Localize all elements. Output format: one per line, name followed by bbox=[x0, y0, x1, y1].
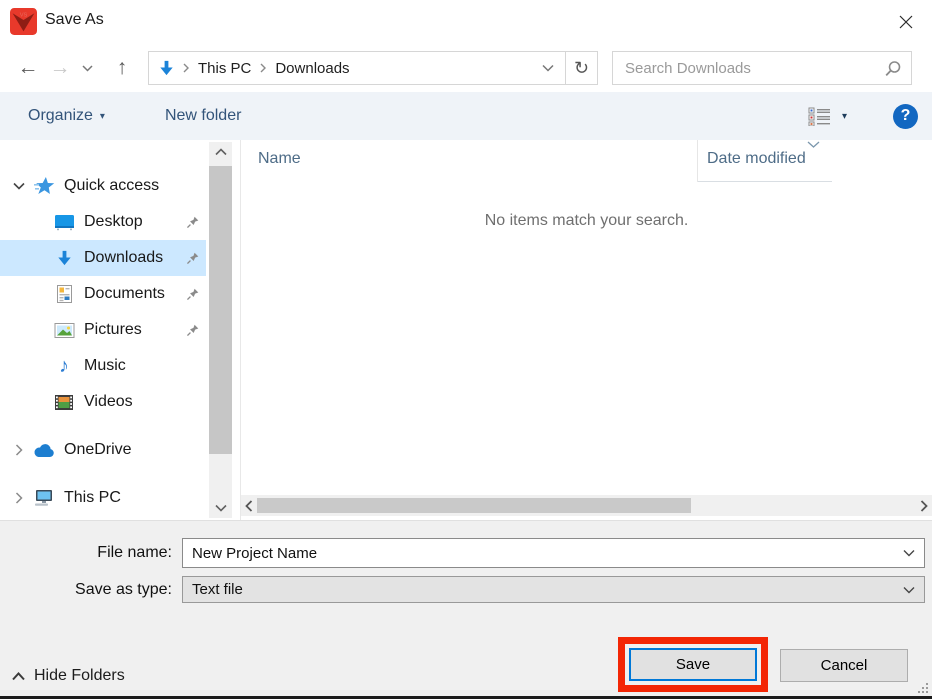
onedrive-cloud-icon bbox=[32, 443, 56, 458]
chevron-down-icon bbox=[215, 504, 227, 512]
chevron-up-icon bbox=[12, 672, 25, 681]
documents-icon bbox=[52, 284, 76, 304]
dialog-footer: File name: Save as type: Text file Save … bbox=[0, 520, 932, 699]
scroll-up-button[interactable] bbox=[209, 142, 232, 162]
chevron-up-icon bbox=[215, 148, 227, 156]
save-as-dialog: VS Save As ← → ↑ This PC Downloa bbox=[0, 0, 932, 699]
address-dropdown-button[interactable] bbox=[531, 52, 565, 84]
details-view-icon bbox=[808, 106, 832, 126]
sort-indicator-icon bbox=[807, 141, 820, 148]
chevron-down-icon bbox=[542, 64, 554, 72]
close-icon bbox=[898, 14, 914, 30]
pictures-icon bbox=[52, 322, 76, 339]
chevron-down-icon[interactable] bbox=[903, 549, 915, 557]
sidebar-scrollbar bbox=[209, 142, 232, 518]
sidebar-item-videos[interactable]: Videos bbox=[0, 384, 206, 420]
column-header-date-modified[interactable]: Date modified bbox=[697, 140, 842, 182]
scroll-right-button[interactable] bbox=[916, 500, 932, 512]
breadcrumb-chevron-icon bbox=[183, 63, 189, 73]
navigation-bar: ← → ↑ This PC Downloads ↻ bbox=[0, 46, 932, 90]
question-mark-icon: ? bbox=[901, 107, 911, 125]
collapse-chevron-icon[interactable] bbox=[6, 182, 32, 190]
scrollbar-thumb[interactable] bbox=[257, 498, 691, 513]
empty-list-message: No items match your search. bbox=[241, 212, 932, 230]
expand-chevron-icon[interactable] bbox=[6, 492, 32, 504]
pin-icon bbox=[182, 287, 202, 302]
pin-icon bbox=[182, 251, 202, 266]
breadcrumb-chevron-icon bbox=[260, 63, 266, 73]
new-folder-button[interactable]: New folder bbox=[155, 92, 251, 140]
window-title: Save As bbox=[45, 11, 104, 29]
sidebar-item-documents[interactable]: Documents bbox=[0, 276, 206, 312]
scroll-left-button[interactable] bbox=[241, 500, 257, 512]
sidebar-item-music[interactable]: ♪ Music bbox=[0, 348, 206, 384]
forward-button[interactable]: → bbox=[44, 51, 76, 85]
save-as-type-select[interactable]: Text file bbox=[182, 576, 925, 603]
sidebar-item-this-pc[interactable]: This PC bbox=[0, 480, 206, 516]
organize-button[interactable]: Organize ▾ bbox=[18, 92, 115, 140]
save-button[interactable]: Save bbox=[629, 648, 757, 681]
desktop-icon bbox=[52, 214, 76, 231]
search-box bbox=[612, 51, 912, 85]
views-button[interactable]: ▾ bbox=[800, 106, 855, 126]
back-button[interactable]: ← bbox=[12, 51, 44, 85]
refresh-button[interactable]: ↻ bbox=[565, 52, 597, 84]
horizontal-scrollbar bbox=[241, 495, 932, 516]
recent-locations-button[interactable] bbox=[76, 65, 98, 72]
help-button[interactable]: ? bbox=[893, 104, 918, 129]
sidebar-item-desktop[interactable]: Desktop bbox=[0, 204, 206, 240]
sidebar-item-quick-access[interactable]: Quick access bbox=[0, 168, 206, 204]
search-input[interactable] bbox=[613, 52, 911, 84]
file-list: Name Date modified No items match your s… bbox=[240, 140, 932, 520]
downloads-folder-icon bbox=[157, 59, 176, 78]
refresh-icon: ↻ bbox=[574, 58, 589, 79]
file-name-field bbox=[182, 538, 925, 568]
file-name-input[interactable] bbox=[182, 538, 925, 568]
pin-icon bbox=[182, 323, 202, 338]
chevron-left-icon bbox=[245, 500, 253, 512]
hide-folders-button[interactable]: Hide Folders bbox=[12, 664, 125, 688]
save-as-type-label: Save as type: bbox=[0, 581, 182, 599]
videos-film-icon bbox=[52, 394, 76, 411]
expand-chevron-icon[interactable] bbox=[6, 444, 32, 456]
annotation-highlight: Save bbox=[618, 637, 768, 692]
cancel-button[interactable]: Cancel bbox=[780, 649, 908, 682]
file-name-label: File name: bbox=[0, 544, 182, 562]
command-toolbar: Organize ▾ New folder ▾ ? bbox=[0, 92, 932, 140]
breadcrumb: This PC Downloads ↻ bbox=[148, 51, 598, 85]
chevron-down-icon: ▾ bbox=[842, 111, 847, 122]
chevron-right-icon bbox=[920, 500, 928, 512]
title-bar: VS Save As bbox=[0, 0, 932, 46]
sidebar-item-onedrive[interactable]: OneDrive bbox=[0, 432, 206, 468]
chevron-down-icon[interactable] bbox=[903, 586, 915, 594]
svg-text:VS: VS bbox=[20, 12, 28, 18]
scroll-down-button[interactable] bbox=[209, 498, 232, 518]
downloads-icon bbox=[52, 249, 76, 268]
quick-access-star-icon bbox=[32, 176, 56, 196]
sidebar-item-pictures[interactable]: Pictures bbox=[0, 312, 206, 348]
column-header-name[interactable]: Name bbox=[258, 150, 301, 168]
app-logo-icon: VS bbox=[10, 8, 37, 35]
forward-arrow-icon: → bbox=[50, 56, 71, 79]
scrollbar-thumb[interactable] bbox=[209, 166, 232, 454]
chevron-down-icon: ▾ bbox=[100, 111, 105, 122]
up-arrow-icon: ↑ bbox=[117, 56, 128, 79]
this-pc-icon bbox=[32, 489, 56, 507]
breadcrumb-item-downloads[interactable]: Downloads bbox=[273, 60, 351, 77]
breadcrumb-item-this-pc[interactable]: This PC bbox=[196, 60, 253, 77]
pin-icon bbox=[182, 215, 202, 230]
back-arrow-icon: ← bbox=[18, 56, 39, 79]
up-button[interactable]: ↑ bbox=[106, 51, 138, 85]
music-note-icon: ♪ bbox=[52, 357, 76, 375]
sidebar-item-downloads[interactable]: Downloads bbox=[0, 240, 206, 276]
resize-grip[interactable] bbox=[916, 681, 929, 694]
content-area: Quick access Desktop bbox=[0, 140, 932, 520]
navigation-pane: Quick access Desktop bbox=[0, 140, 240, 520]
search-icon bbox=[884, 60, 902, 78]
save-as-type-field: Text file bbox=[182, 576, 925, 603]
chevron-down-icon bbox=[82, 65, 93, 72]
close-button[interactable] bbox=[892, 8, 920, 36]
column-headers: Name Date modified bbox=[241, 140, 932, 182]
